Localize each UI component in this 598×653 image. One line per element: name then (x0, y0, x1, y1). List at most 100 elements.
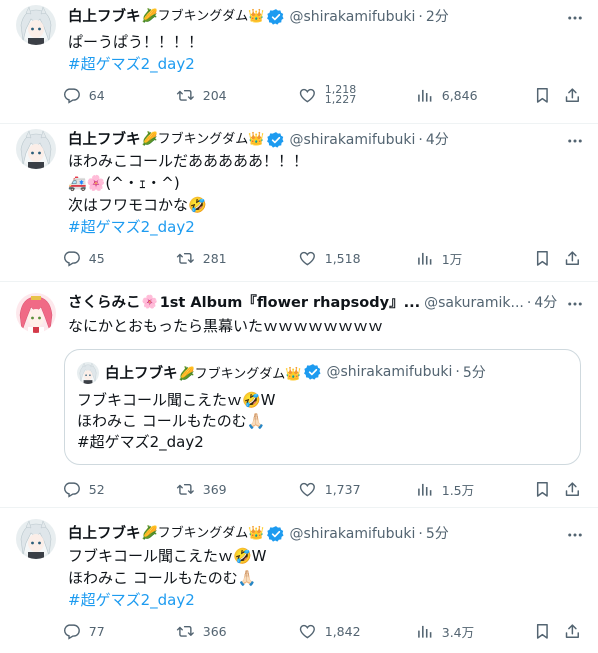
tweet-text-line: 🚑🌸(^・ｪ・^) (68, 174, 180, 192)
display-name[interactable]: 白上フブキ (68, 130, 141, 150)
retweet-button[interactable]: 281 (176, 248, 227, 268)
quoted-tweet[interactable]: 白上フブキ 🌽フブキングダム👑 @shirakamifubuki · 5分 フブ… (64, 349, 581, 465)
verified-badge-icon (267, 131, 285, 149)
view-count: 1.5万 (441, 482, 475, 498)
like-button[interactable]: 1,842 (298, 621, 361, 641)
share-button[interactable] (563, 85, 582, 105)
tweet-text-line: ほわみこ コールもたのむ🙏🏻 (77, 412, 266, 430)
tweet-text: ぱーうぱう！！！！ #超ゲマズ2_day2 (68, 32, 582, 76)
name-emoji: 🌽フブキングダム👑 (178, 366, 302, 382)
tweet-text-line: 次はフワモコかな🤣 (68, 196, 207, 214)
view-count: 1万 (441, 251, 463, 267)
like-button[interactable]: 1,518 (298, 248, 361, 268)
hashtag-link[interactable]: #超ゲマズ2_day2 (68, 54, 582, 76)
timestamp[interactable]: 4分 (426, 130, 449, 150)
bookmark-button[interactable] (533, 621, 552, 641)
handle[interactable]: @shirakamifubuki (289, 130, 415, 150)
tweet-text-line: #超ゲマズ2_day2 (77, 433, 204, 451)
reply-count: 52 (88, 481, 105, 497)
share-button[interactable] (563, 248, 582, 268)
verified-badge-icon (267, 525, 285, 543)
reply-icon (62, 249, 81, 268)
retweet-button[interactable]: 369 (176, 479, 227, 499)
share-button[interactable] (563, 621, 582, 641)
share-icon (563, 622, 582, 641)
reply-count: 64 (88, 87, 105, 103)
reply-button[interactable]: 77 (62, 621, 105, 641)
tweet-text-line: なにかとおもったら黒幕いたｗｗｗｗｗｗｗｗ (68, 317, 384, 335)
like-count: 1,842 (324, 623, 361, 639)
action-bar: 64 204 1,218 1,227 6,846 (62, 85, 586, 105)
avatar (77, 362, 99, 384)
hashtag-link[interactable]: #超ゲマズ2_day2 (68, 590, 582, 612)
display-name[interactable]: さくらみこ (68, 293, 141, 313)
like-button[interactable]: 1,737 (298, 479, 361, 499)
more-icon[interactable] (566, 295, 584, 313)
tweet[interactable]: さくらみこ 🌸 1st Album『flower rhapsody』... @s… (0, 282, 598, 508)
tweet[interactable]: 白上フブキ 🌽フブキングダム👑 @shirakamifubuki · 2分 ぱー… (0, 0, 598, 124)
display-name-suffix[interactable]: 1st Album『flower rhapsody』... (160, 293, 420, 313)
bookmark-icon (533, 480, 552, 499)
share-button[interactable] (563, 479, 582, 499)
views-button[interactable]: 6,846 (415, 85, 478, 105)
more-icon[interactable] (566, 9, 584, 27)
like-button[interactable]: 1,218 1,227 (298, 85, 356, 105)
like-count-animating: 1,218 1,227 (325, 85, 357, 105)
share-icon (563, 86, 582, 105)
view-count: 3.4万 (441, 624, 475, 640)
bookmark-icon (533, 622, 552, 641)
reply-button[interactable]: 64 (62, 85, 105, 105)
quoted-tweet-header: 白上フブキ 🌽フブキングダム👑 @shirakamifubuki · 5分 (105, 362, 486, 382)
retweet-button[interactable]: 366 (176, 621, 227, 641)
timestamp[interactable]: 4分 (534, 293, 557, 313)
views-icon (415, 480, 434, 499)
tweet-header: さくらみこ 🌸 1st Album『flower rhapsody』... @s… (68, 293, 584, 313)
tweet[interactable]: 白上フブキ 🌽フブキングダム👑 @shirakamifubuki · 5分 フブ… (0, 508, 598, 653)
tweet-text: フブキコール聞こえたｗ🤣W ほわみこ コールもたのむ🙏🏻 #超ゲマズ2_day2 (68, 546, 582, 612)
handle[interactable]: @sakuramik... (424, 293, 524, 313)
tweet-text-line: フブキコール聞こえたｗ🤣W (68, 547, 267, 565)
tweet-text: ほわみこコールだあああああ！！！ 🚑🌸(^・ｪ・^) 次はフワモコかな🤣 #超ゲ… (68, 151, 582, 239)
bookmark-button[interactable] (533, 479, 552, 499)
display-name[interactable]: 白上フブキ (68, 524, 141, 544)
retweet-count: 369 (202, 481, 227, 497)
more-icon[interactable] (566, 132, 584, 150)
retweet-count: 366 (202, 623, 227, 639)
bookmark-button[interactable] (533, 85, 552, 105)
more-icon[interactable] (566, 526, 584, 544)
avatar[interactable] (16, 5, 56, 45)
tweet-text-line: ぱーうぱう！！！！ (68, 33, 204, 51)
tweet[interactable]: 白上フブキ 🌽フブキングダム👑 @shirakamifubuki · 4分 ほわ… (0, 124, 598, 282)
views-button[interactable]: 1.5万 (415, 479, 474, 499)
handle[interactable]: @shirakamifubuki (289, 7, 415, 27)
timestamp[interactable]: 5分 (426, 524, 449, 544)
tweet-header: 白上フブキ 🌽フブキングダム👑 @shirakamifubuki · 2分 (68, 7, 584, 27)
views-button[interactable]: 1万 (415, 248, 462, 268)
action-bar: 52 369 1,737 1.5万 (62, 479, 586, 499)
display-name: 白上フブキ (105, 365, 178, 382)
retweet-icon (176, 249, 195, 268)
reply-count: 77 (88, 623, 105, 639)
avatar[interactable] (16, 129, 56, 169)
tweet-text-line: ほわみこコールだあああああ！！！ (68, 152, 309, 170)
quoted-tweet-text: フブキコール聞こえたｗ🤣W ほわみこ コールもたのむ🙏🏻 #超ゲマズ2_day2 (77, 390, 276, 453)
tweet-text: なにかとおもったら黒幕いたｗｗｗｗｗｗｗｗ (68, 316, 582, 338)
avatar[interactable] (16, 293, 56, 333)
reply-button[interactable]: 45 (62, 248, 105, 268)
bookmark-button[interactable] (533, 248, 552, 268)
reply-button[interactable]: 52 (62, 479, 105, 499)
handle[interactable]: @shirakamifubuki (289, 524, 415, 544)
handle: @shirakamifubuki (326, 364, 453, 380)
views-button[interactable]: 3.4万 (415, 621, 474, 641)
verified-badge-icon (304, 363, 322, 381)
views-icon (415, 622, 434, 641)
display-name[interactable]: 白上フブキ (68, 7, 141, 27)
timestamp[interactable]: 2分 (426, 7, 449, 27)
share-icon (563, 249, 582, 268)
avatar[interactable] (16, 519, 56, 559)
hashtag-link[interactable]: #超ゲマズ2_day2 (68, 217, 582, 239)
retweet-button[interactable]: 204 (176, 85, 227, 105)
reply-icon (62, 480, 81, 499)
retweet-count: 281 (202, 250, 227, 266)
timestamp: 5分 (462, 365, 486, 381)
